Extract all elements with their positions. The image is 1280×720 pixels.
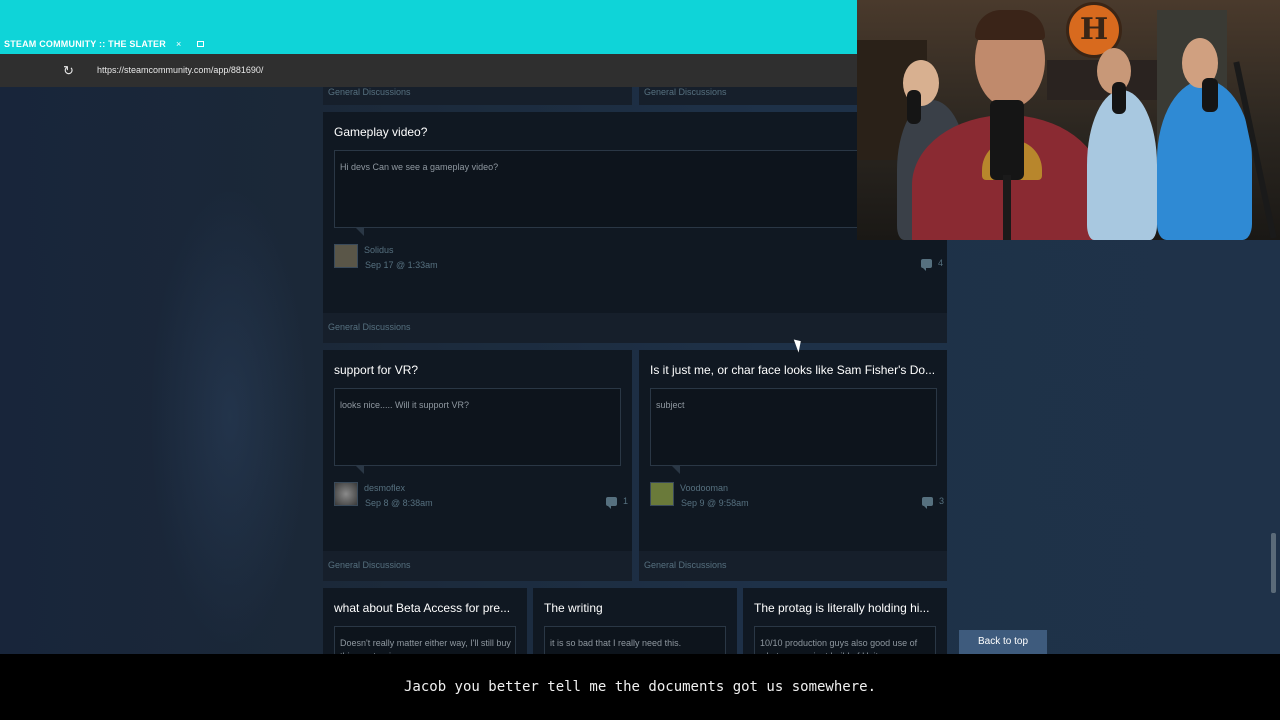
card-title[interactable]: Is it just me, or char face looks like S… [650, 363, 940, 377]
reply-count: 4 [921, 258, 944, 271]
post-preview-bubble: Hi devs Can we see a gameplay video? [334, 150, 936, 236]
bubble-tail [355, 465, 364, 474]
reply-count-value: 3 [939, 496, 945, 506]
microphone-icon [990, 100, 1024, 180]
card-category[interactable]: General Discussions [328, 322, 411, 332]
reply-count-value: 1 [623, 496, 629, 506]
card-footer: General Discussions [323, 551, 632, 581]
card-title[interactable]: what about Beta Access for pre... [334, 601, 518, 615]
browser-tab-bar: STEAM COMMUNITY :: THE SLATER × [0, 0, 857, 54]
page-scrollbar[interactable] [1271, 533, 1276, 593]
card-category[interactable]: General Discussions [644, 560, 727, 570]
post-date: Sep 17 @ 1:33am [365, 260, 438, 270]
mic-stand [1003, 175, 1011, 240]
post-preview-bubble: Doesn't really matter either way, I'll s… [334, 626, 516, 654]
new-tab-icon[interactable] [197, 40, 205, 47]
post-preview-text: 10/10 production guys also good use of w… [760, 638, 918, 654]
background-glow [150, 187, 310, 647]
url-field[interactable]: https://steamcommunity.com/app/881690/ [97, 65, 263, 75]
card-footer: General Discussions [323, 313, 947, 343]
post-preview-bubble: looks nice..... Will it support VR? [334, 388, 621, 474]
post-preview-bubble: 10/10 production guys also good use of w… [754, 626, 936, 654]
post-preview-text: subject [656, 400, 685, 410]
webcam-overlay: H [857, 0, 1280, 240]
back-to-top-button[interactable]: Back to top [959, 630, 1047, 654]
author-name[interactable]: Solidus [364, 245, 394, 255]
reply-count: 1 [606, 496, 629, 509]
microphone-icon [1202, 78, 1218, 112]
card-title[interactable]: The writing [544, 601, 728, 615]
card-category[interactable]: General Discussions [644, 87, 727, 97]
card-title[interactable]: support for VR? [334, 363, 624, 377]
discussion-card-vr[interactable]: support for VR? looks nice..... Will it … [323, 350, 632, 581]
card-title[interactable]: Gameplay video? [334, 125, 934, 139]
avatar[interactable] [334, 244, 358, 268]
reply-count: 3 [922, 496, 945, 509]
discussion-card-fisher[interactable]: Is it just me, or char face looks like S… [639, 350, 947, 581]
discussion-card-writing[interactable]: The writing it is so bad that I really n… [533, 588, 737, 654]
comment-icon [921, 258, 932, 271]
author-name[interactable]: desmoflex [364, 483, 405, 493]
discussion-card-gameplay[interactable]: Gameplay video? Hi devs Can we see a gam… [323, 112, 947, 343]
post-preview-text: looks nice..... Will it support VR? [340, 400, 470, 410]
post-preview-text: Hi devs Can we see a gameplay video? [340, 162, 499, 172]
post-date: Sep 9 @ 9:58am [681, 498, 749, 508]
bubble-tail [355, 227, 364, 236]
post-date: Sep 8 @ 8:38am [365, 498, 433, 508]
discussion-card-partial[interactable]: General Discussions [323, 87, 632, 105]
subtitle-text: Jacob you better tell me the documents g… [403, 679, 876, 695]
bubble-tail [671, 465, 680, 474]
avatar[interactable] [650, 482, 674, 506]
card-title[interactable]: The protag is literally holding hi... [754, 601, 938, 615]
post-preview-bubble: it is so bad that I really need this. [544, 626, 726, 654]
card-footer: General Discussions [639, 551, 947, 581]
post-preview-bubble: subject [650, 388, 937, 474]
post-preview-text: it is so bad that I really need this. [550, 638, 682, 648]
card-category[interactable]: General Discussions [328, 560, 411, 570]
subtitle-bar: Jacob you better tell me the documents g… [0, 654, 1280, 720]
microphone-icon [1112, 82, 1126, 114]
card-footer: General Discussions [323, 87, 632, 105]
discussion-card-protag[interactable]: The protag is literally holding hi... 10… [743, 588, 947, 654]
browser-tab[interactable]: STEAM COMMUNITY :: THE SLATER × [0, 33, 205, 54]
comment-icon [606, 496, 617, 509]
discussion-card-beta[interactable]: what about Beta Access for pre... Doesn'… [323, 588, 527, 654]
reload-icon[interactable]: ↻ [63, 63, 74, 79]
post-preview-text: Doesn't really matter either way, I'll s… [340, 638, 511, 654]
tab-close-icon[interactable]: × [176, 39, 181, 49]
reply-count-value: 4 [938, 258, 944, 268]
tab-title: STEAM COMMUNITY :: THE SLATER [4, 38, 166, 49]
card-category[interactable]: General Discussions [328, 87, 411, 97]
avatar[interactable] [334, 482, 358, 506]
address-bar: ↻ https://steamcommunity.com/app/881690/ [0, 54, 857, 87]
hair [975, 10, 1045, 40]
comment-icon [922, 496, 933, 509]
author-name[interactable]: Voodooman [680, 483, 728, 493]
microphone-icon [907, 90, 921, 124]
